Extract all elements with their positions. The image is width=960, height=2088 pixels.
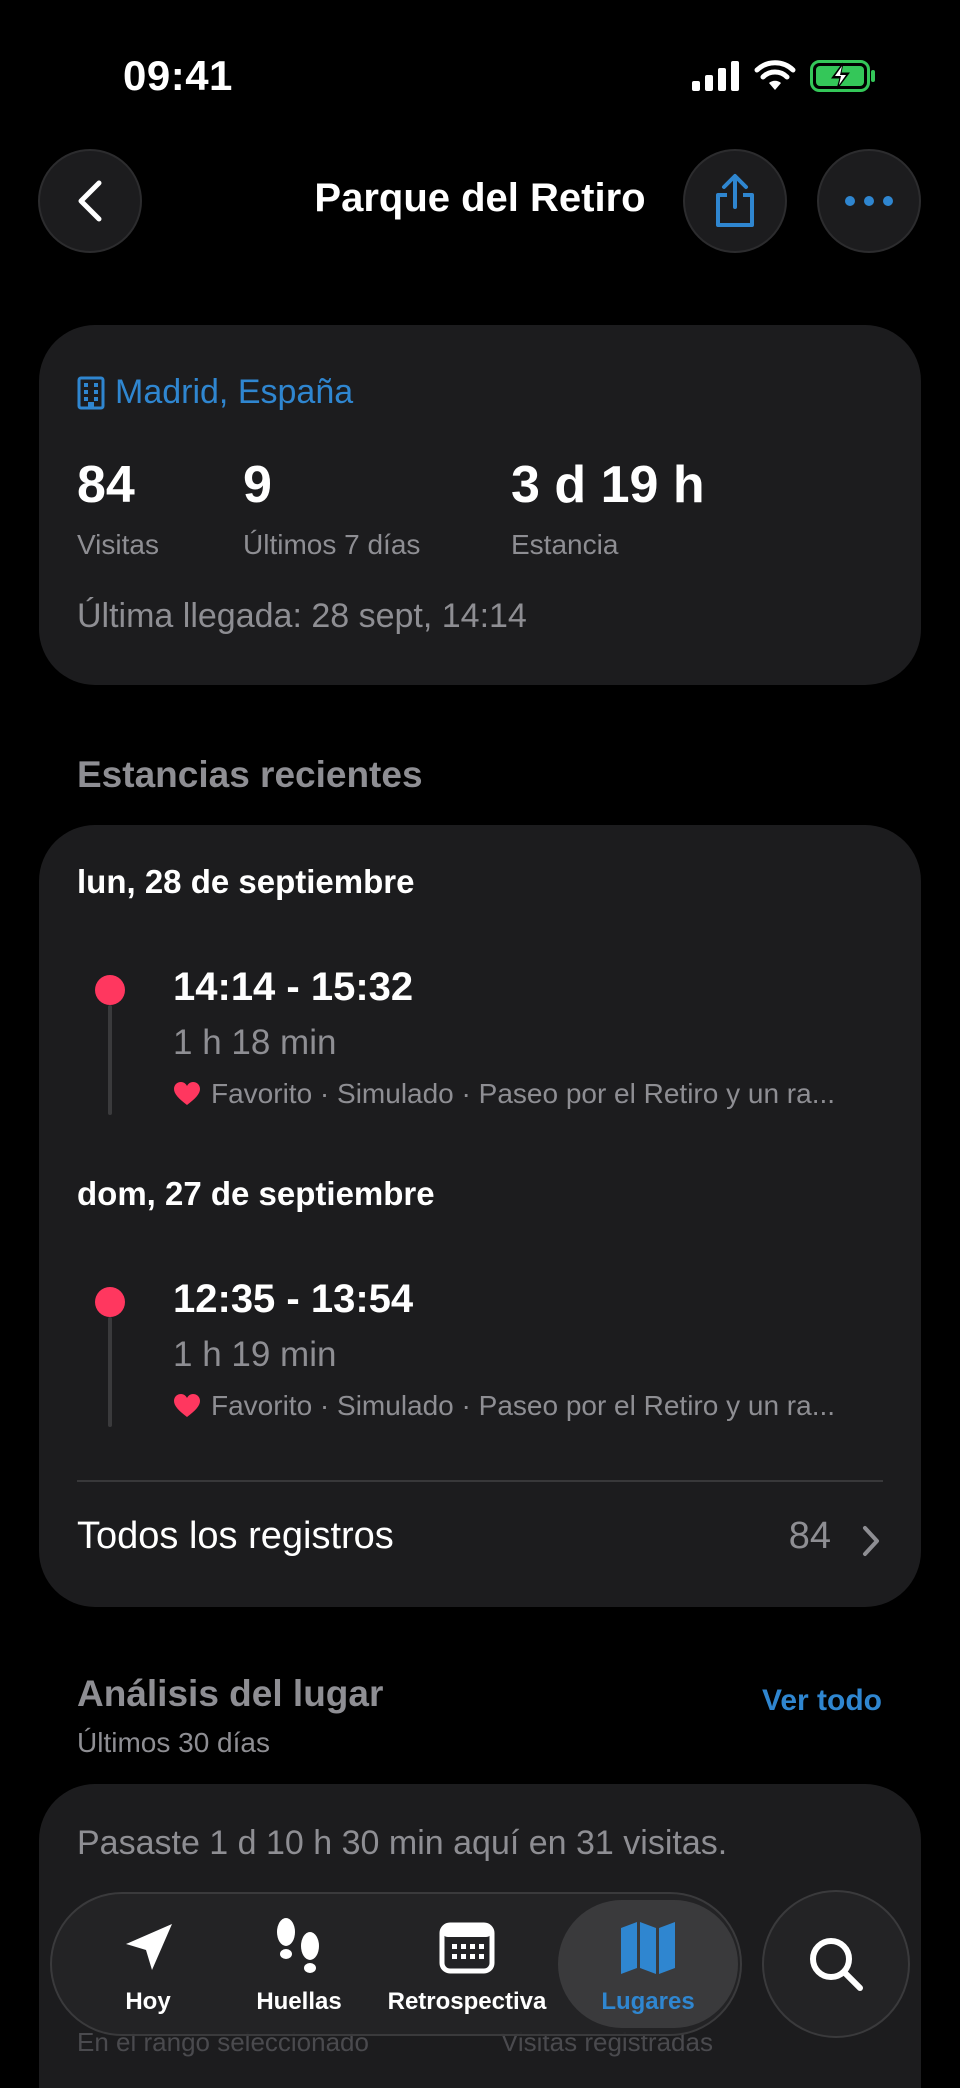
timeline-line [108,1005,112,1115]
place-summary-card: Madrid, España 84 Visitas 9 Últimos 7 dí… [39,325,921,685]
tab-bar: Hoy Huellas Retrospectiva Lugares [50,1892,742,2036]
footprints-icon [277,1918,319,1973]
share-button[interactable] [683,149,787,253]
wifi-icon [754,60,796,90]
tab-lugares[interactable]: Lugares [558,1894,738,2034]
divider [77,1480,883,1482]
search-button[interactable] [762,1890,910,2038]
page-title: Parque del Retiro [314,176,646,220]
stay-duration: 1 h 19 min [173,1335,337,1374]
stay-meta-text: Favorito · Simulado · Paseo por el Retir… [211,1390,836,1421]
stay-marker [95,975,125,1005]
status-icons [692,60,876,92]
stay-marker [95,1287,125,1317]
tab-label: Hoy [125,1988,171,2015]
stat-label: Últimos 7 días [243,529,421,560]
map-icon [621,1922,675,1974]
stay-time-range: 14:14 - 15:32 [173,965,414,1009]
stay-meta: Favorito · Simulado · Paseo por el Retir… [173,1078,883,1110]
tab-label: Retrospectiva [387,1988,547,2015]
stat-stay: 3 d 19 h Estancia [511,455,705,561]
stay-item[interactable]: 14:14 - 15:32 1 h 18 min Favorito · Simu… [39,965,921,1115]
recent-stays-card: lun, 28 de septiembre 14:14 - 15:32 1 h … [39,825,921,1607]
more-button[interactable] [817,149,921,253]
see-all-link[interactable]: Ver todo [762,1684,882,1718]
location-link[interactable]: Madrid, España [77,373,353,412]
analysis-subtitle: Últimos 30 días [77,1727,270,1758]
battery-charging-icon [810,60,875,92]
share-icon [716,174,754,227]
stay-meta: Favorito · Simulado · Paseo por el Retir… [173,1390,883,1422]
tab-label: Lugares [601,1988,695,2015]
stat-value: 84 [77,456,135,514]
cellular-signal-icon [692,61,739,91]
location-arrow-icon [126,1924,172,1970]
all-records-row[interactable]: Todos los registros 84 [39,1483,921,1607]
chevron-right-icon [863,1526,879,1556]
last-arrival: Última llegada: 28 sept, 14:14 [77,597,527,635]
all-records-count: 84 [788,1515,831,1557]
tab-huellas[interactable]: Huellas [234,1894,364,2034]
day-label: lun, 28 de septiembre [77,863,415,900]
building-icon [77,376,105,409]
stay-meta-text: Favorito · Simulado · Paseo por el Retir… [211,1078,836,1109]
tab-hoy[interactable]: Hoy [88,1894,208,2034]
location-label: Madrid, España [115,373,354,411]
stat-value: 9 [243,456,272,514]
analysis-summary: Pasaste 1 d 10 h 30 min aquí en 31 visit… [77,1824,728,1862]
stat-visits: 84 Visitas [77,455,159,561]
stay-item[interactable]: 12:35 - 13:54 1 h 19 min Favorito · Simu… [39,1277,921,1427]
all-records-label: Todos los registros [77,1515,394,1557]
stay-time-range: 12:35 - 13:54 [173,1277,414,1321]
tab-label: Huellas [256,1988,342,2015]
status-bar: 09:41 [0,0,960,150]
stat-label: Estancia [511,529,619,560]
calendar-icon [439,1922,495,1974]
stat-value: 3 d 19 h [511,456,705,514]
status-time: 09:41 [123,52,233,99]
ellipsis-icon [845,196,893,206]
search-icon [810,1938,863,1991]
recent-stays-title: Estancias recientes [77,754,423,795]
heart-icon [174,1394,200,1417]
timeline-line [108,1317,112,1427]
tab-retrospectiva[interactable]: Retrospectiva [382,1894,552,2034]
day-label: dom, 27 de septiembre [77,1175,435,1212]
stat-last-7-days: 9 Últimos 7 días [243,455,420,561]
stat-label: Visitas [77,529,159,560]
heart-icon [174,1082,200,1105]
stay-duration: 1 h 18 min [173,1023,337,1062]
analysis-title: Análisis del lugar [77,1673,384,1714]
